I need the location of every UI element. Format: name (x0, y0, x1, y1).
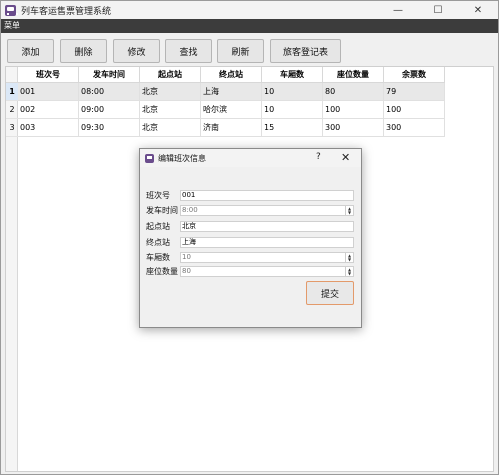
row-header-column: 1 2 3 (6, 83, 18, 471)
spinner-arrows-icon[interactable]: ▲ ▼ (345, 253, 353, 262)
departure-time-value: 8:00 (182, 206, 198, 214)
passenger-register-button[interactable]: 旅客登记表 (270, 39, 341, 63)
title-bar: 列车客运售票管理系统 — ☐ ✕ (1, 1, 498, 19)
column-header[interactable]: 起点站 (140, 67, 201, 83)
table-cell[interactable]: 济南 (201, 119, 262, 137)
table-cell[interactable]: 80 (323, 83, 384, 101)
carriage-count-field[interactable]: 10 ▲ ▼ (180, 252, 354, 263)
table-cell[interactable]: 003 (18, 119, 79, 137)
table-cell[interactable]: 08:00 (79, 83, 140, 101)
table-cell[interactable]: 北京 (140, 101, 201, 119)
origin-station-field[interactable]: 北京 (180, 221, 354, 232)
train-number-field[interactable]: 001 (180, 190, 354, 201)
table-cell[interactable]: 300 (384, 119, 445, 137)
table-cell[interactable]: 001 (18, 83, 79, 101)
field-label: 车厢数 (146, 253, 170, 262)
close-button[interactable]: ✕ (458, 1, 498, 19)
dialog-close-button[interactable]: ✕ (341, 151, 350, 164)
menu-item[interactable]: 菜单 (4, 21, 20, 30)
table-cell[interactable]: 100 (384, 101, 445, 119)
table-cell[interactable]: 09:30 (79, 119, 140, 137)
table-cell[interactable]: 北京 (140, 83, 201, 101)
row-number[interactable]: 3 (6, 119, 18, 137)
seat-count-value: 80 (182, 267, 191, 275)
submit-button[interactable]: 提交 (306, 281, 354, 305)
table-cell[interactable]: 09:00 (79, 101, 140, 119)
window-title: 列车客运售票管理系统 (21, 6, 112, 17)
train-icon (5, 4, 18, 16)
carriage-count-value: 10 (182, 253, 191, 261)
table-cell[interactable]: 哈尔滨 (201, 101, 262, 119)
table-corner[interactable] (6, 67, 18, 83)
column-header[interactable]: 发车时间 (79, 67, 140, 83)
table-cell[interactable]: 10 (262, 101, 323, 119)
search-button[interactable]: 查找 (165, 39, 212, 63)
table-cell[interactable]: 300 (323, 119, 384, 137)
refresh-button[interactable]: 刷新 (217, 39, 264, 63)
column-header[interactable]: 车厢数 (262, 67, 323, 83)
train-icon (145, 153, 154, 163)
dialog-title-bar: 编辑班次信息 ? ✕ (140, 149, 361, 167)
column-header[interactable]: 座位数量 (323, 67, 384, 83)
field-label: 终点站 (146, 238, 170, 247)
row-number[interactable]: 2 (6, 101, 18, 119)
spinner-arrows-icon[interactable]: ▲ ▼ (345, 206, 353, 215)
table-cell[interactable]: 15 (262, 119, 323, 137)
toolbar: 添加 删除 修改 查找 刷新 旅客登记表 (1, 35, 498, 65)
main-window: 列车客运售票管理系统 — ☐ ✕ 菜单 添加 删除 修改 查找 刷新 旅客登记表… (0, 0, 499, 475)
field-label: 班次号 (146, 191, 170, 200)
edit-button[interactable]: 修改 (113, 39, 160, 63)
column-header[interactable]: 终点站 (201, 67, 262, 83)
help-button[interactable]: ? (316, 152, 321, 162)
field-label: 起点站 (146, 222, 170, 231)
menu-bar: 菜单 (1, 19, 498, 33)
delete-button[interactable]: 删除 (60, 39, 107, 63)
maximize-button[interactable]: ☐ (418, 1, 458, 19)
table-cell[interactable]: 10 (262, 83, 323, 101)
field-label: 发车时间 (146, 206, 178, 215)
dialog-title: 编辑班次信息 (158, 153, 206, 163)
table-cell[interactable]: 北京 (140, 119, 201, 137)
table-cell[interactable]: 002 (18, 101, 79, 119)
row-number[interactable]: 1 (6, 83, 18, 101)
table-cell[interactable]: 100 (323, 101, 384, 119)
window-controls: — ☐ ✕ (378, 1, 498, 19)
add-button[interactable]: 添加 (7, 39, 54, 63)
departure-time-field[interactable]: 8:00 ▲ ▼ (180, 205, 354, 216)
minimize-button[interactable]: — (378, 1, 418, 19)
edit-schedule-dialog: 编辑班次信息 ? ✕ 班次号 001 发车时间 8:00 ▲ ▼ 起点站 北京 终… (139, 148, 362, 328)
field-label: 座位数量 (146, 267, 178, 276)
column-header[interactable]: 班次号 (18, 67, 79, 83)
seat-count-field[interactable]: 80 ▲ ▼ (180, 266, 354, 277)
table-cell[interactable]: 79 (384, 83, 445, 101)
table-cell[interactable]: 上海 (201, 83, 262, 101)
column-header[interactable]: 余票数 (384, 67, 445, 83)
destination-station-field[interactable]: 上海 (180, 237, 354, 248)
spinner-arrows-icon[interactable]: ▲ ▼ (345, 267, 353, 276)
